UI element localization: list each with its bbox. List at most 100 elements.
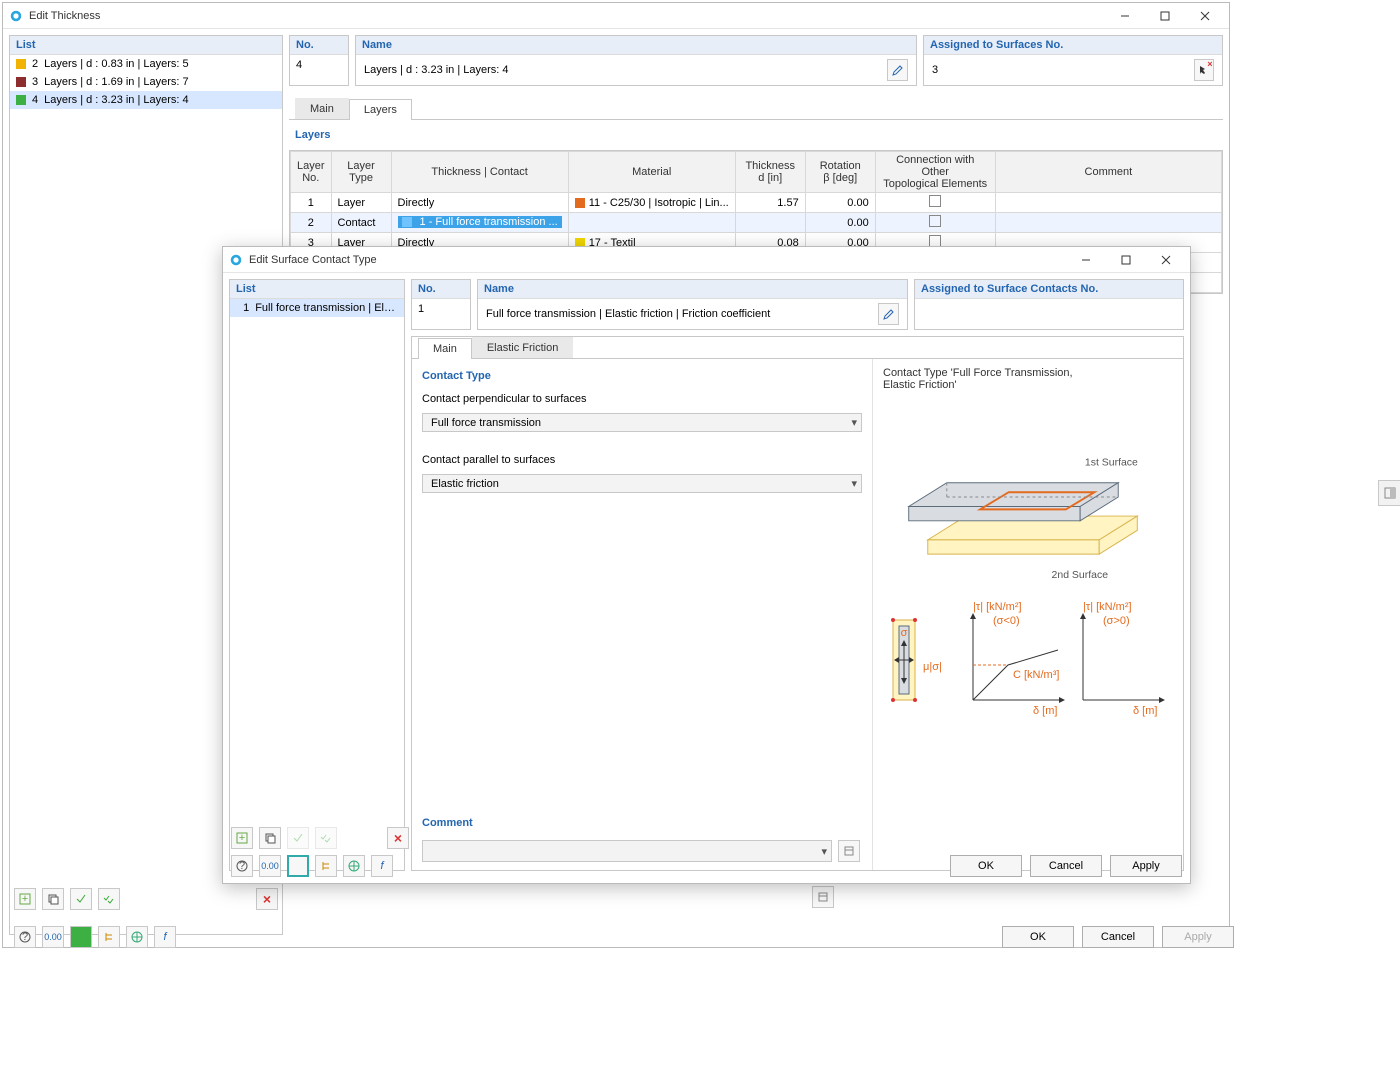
color-swatch xyxy=(16,77,26,87)
comment-combo[interactable]: ▾ xyxy=(422,840,832,862)
tabstrip: Main Layers xyxy=(289,98,1223,120)
assigned-input[interactable] xyxy=(921,303,1177,317)
svg-text:|τ| [kN/m²]: |τ| [kN/m²] xyxy=(973,601,1022,613)
delete-icon[interactable]: × xyxy=(256,888,278,910)
new-icon[interactable]: + xyxy=(14,888,36,910)
svg-text:δ [m]: δ [m] xyxy=(1033,705,1057,717)
svg-text:σ: σ xyxy=(901,627,908,639)
tab-elastic-friction[interactable]: Elastic Friction xyxy=(472,337,574,358)
function-icon[interactable]: f xyxy=(154,926,176,948)
chevron-down-icon: ▾ xyxy=(821,845,827,858)
copy-icon[interactable] xyxy=(259,827,281,849)
units-icon[interactable]: 0.00 xyxy=(42,926,64,948)
para-dropdown[interactable]: Elastic friction ▾ xyxy=(422,474,862,493)
perp-label: Contact perpendicular to surfaces xyxy=(422,393,862,405)
name-field: Name xyxy=(355,35,917,86)
outer-delete-button: × xyxy=(256,888,280,910)
tab-main[interactable]: Main xyxy=(295,98,349,119)
item-no: 1 xyxy=(236,300,249,316)
name-input[interactable] xyxy=(484,307,874,321)
outer-bottom-toolbar: ? 0.00 f xyxy=(14,926,178,948)
app-icon xyxy=(9,9,23,23)
window-title: Edit Thickness xyxy=(29,10,1105,22)
para-value: Elastic friction xyxy=(431,478,851,490)
item-no: 4 xyxy=(32,92,38,108)
col-layer-type: Layer Type xyxy=(331,152,391,193)
svg-text:(σ>0): (σ>0) xyxy=(1103,615,1130,627)
svg-text:δ [m]: δ [m] xyxy=(1133,705,1157,717)
color-swatch xyxy=(16,95,26,105)
titlebar: Edit Thickness xyxy=(3,3,1229,29)
maximize-button[interactable] xyxy=(1145,4,1185,28)
ok-button[interactable]: OK xyxy=(950,855,1022,877)
comment-library-button[interactable] xyxy=(838,840,860,862)
chevron-down-icon: ▾ xyxy=(851,477,857,490)
list-item[interactable]: 2 Layers | d : 0.83 in | Layers: 5 xyxy=(10,55,282,73)
list-item[interactable]: 4 Layers | d : 3.23 in | Layers: 4 xyxy=(10,91,282,109)
header-fields: No. 4 Name Assigned to Surfaces No. xyxy=(289,35,1223,86)
library-icon[interactable] xyxy=(812,886,834,908)
svg-text:?: ? xyxy=(239,860,245,872)
item-no: 2 xyxy=(32,56,38,72)
main-area: Main Elastic Friction Contact Type Conta… xyxy=(411,336,1184,871)
tree-icon[interactable] xyxy=(315,855,337,877)
close-button[interactable] xyxy=(1185,4,1225,28)
globe-icon[interactable] xyxy=(126,926,148,948)
no-field: No. 1 xyxy=(411,279,471,330)
tab-layers[interactable]: Layers xyxy=(349,99,412,120)
perp-dropdown[interactable]: Full force transmission ▾ xyxy=(422,413,862,432)
delete-icon[interactable]: × xyxy=(387,827,409,849)
dock-panel-button[interactable] xyxy=(1378,480,1400,506)
comment-section: Comment xyxy=(422,814,862,832)
maximize-button[interactable] xyxy=(1106,248,1146,272)
edit-name-button[interactable] xyxy=(887,59,908,81)
ok-button[interactable]: OK xyxy=(1002,926,1074,948)
check-all-icon[interactable] xyxy=(98,888,120,910)
checkbox[interactable] xyxy=(929,195,941,207)
svg-text:C [kN/m³]: C [kN/m³] xyxy=(1013,669,1059,681)
assigned-input[interactable] xyxy=(930,63,1190,77)
units-icon[interactable]: 0.00 xyxy=(259,855,281,877)
close-button[interactable] xyxy=(1146,248,1186,272)
color-icon[interactable] xyxy=(70,926,92,948)
col-connection: Connection with Other Topological Elemen… xyxy=(875,152,995,193)
check-icon[interactable] xyxy=(287,827,309,849)
new-icon[interactable]: + xyxy=(231,827,253,849)
checkbox[interactable] xyxy=(929,215,941,227)
pick-surfaces-button[interactable]: × xyxy=(1194,59,1214,81)
contact-chip[interactable]: 1 - Full force transmission ... xyxy=(398,216,562,228)
check-all-icon[interactable] xyxy=(315,827,337,849)
help-icon[interactable]: ? xyxy=(14,926,36,948)
edit-name-button[interactable] xyxy=(878,303,899,325)
cancel-button[interactable]: Cancel xyxy=(1030,855,1102,877)
list-item[interactable]: 1 Full force transmission | Elastic xyxy=(230,299,404,317)
help-icon[interactable]: ? xyxy=(231,855,253,877)
cancel-button[interactable]: Cancel xyxy=(1082,926,1154,948)
apply-button[interactable]: Apply xyxy=(1110,855,1182,877)
tree-icon[interactable] xyxy=(98,926,120,948)
no-value[interactable]: 1 xyxy=(412,299,470,319)
chevron-down-icon: ▾ xyxy=(851,416,857,429)
edit-surface-contact-window: Edit Surface Contact Type List 1 Full fo… xyxy=(222,246,1191,884)
col-layer-no: Layer No. xyxy=(291,152,332,193)
no-value[interactable]: 4 xyxy=(290,55,348,75)
table-row[interactable]: 2 Contact 1 - Full force transmission ..… xyxy=(291,213,1222,233)
minimize-button[interactable] xyxy=(1066,248,1106,272)
copy-icon[interactable] xyxy=(42,888,64,910)
assigned-field: Assigned to Surfaces No. × xyxy=(923,35,1223,86)
function-icon[interactable]: f xyxy=(371,855,393,877)
minimize-button[interactable] xyxy=(1105,4,1145,28)
list-header: List xyxy=(10,36,282,55)
globe-icon[interactable] xyxy=(343,855,365,877)
apply-button[interactable]: Apply xyxy=(1162,926,1234,948)
item-no: 3 xyxy=(32,74,38,90)
preview-title: Contact Type 'Full Force Transmission, E… xyxy=(883,367,1173,391)
tab-main[interactable]: Main xyxy=(418,338,472,359)
check-icon[interactable] xyxy=(70,888,92,910)
surf2-label: 2nd Surface xyxy=(1052,570,1109,581)
list-item[interactable]: 3 Layers | d : 1.69 in | Layers: 7 xyxy=(10,73,282,91)
table-row[interactable]: 1 Layer Directly 11 - C25/30 | Isotropic… xyxy=(291,193,1222,213)
name-input[interactable] xyxy=(362,63,883,77)
color-icon[interactable] xyxy=(287,855,309,877)
svg-text:μ|σ|: μ|σ| xyxy=(923,661,942,673)
